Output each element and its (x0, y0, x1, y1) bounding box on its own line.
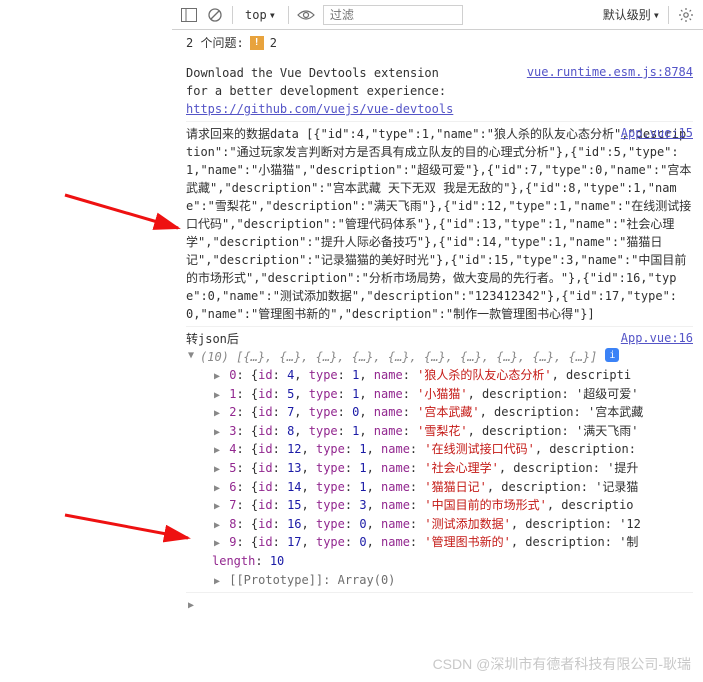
context-selector[interactable]: top ▾ (241, 6, 280, 24)
separator (232, 6, 233, 24)
expand-toggle-icon[interactable] (186, 348, 196, 363)
issues-label: 2 个问题: (186, 34, 244, 51)
array-item[interactable]: 3: {id: 8, type: 1, name: '雪梨花', descrip… (186, 422, 693, 441)
array-item[interactable]: 8: {id: 16, type: 0, name: '测试添加数据', des… (186, 515, 693, 534)
expand-toggle-icon[interactable] (212, 443, 222, 459)
live-expression-icon[interactable] (297, 6, 315, 24)
message-text: 请求回来的数据data [{"id":4,"type":1,"name":"狼人… (186, 125, 693, 323)
expand-toggle-icon[interactable] (212, 462, 222, 478)
array-length: length: 10 (186, 552, 693, 571)
separator (668, 6, 669, 24)
array-preview: (10) [{…}, {…}, {…}, {…}, {…}, {…}, {…},… (200, 348, 597, 366)
devtools-toolbar: top ▾ 默认级别 ▾ (172, 0, 703, 30)
array-item[interactable]: 5: {id: 13, type: 1, name: '社会心理学', desc… (186, 459, 693, 478)
array-item[interactable]: 9: {id: 17, type: 0, name: '管理图书新的', des… (186, 533, 693, 552)
chevron-down-icon: ▾ (269, 8, 276, 22)
console-output: vue.runtime.esm.js:8784 Download the Vue… (186, 55, 693, 593)
array-item[interactable]: 6: {id: 14, type: 1, name: '猫猫日记', descr… (186, 478, 693, 497)
expand-toggle-icon[interactable] (212, 499, 222, 515)
expand-toggle-icon[interactable] (212, 425, 222, 441)
array-item[interactable]: 4: {id: 12, type: 1, name: '在线测试接口代码', d… (186, 440, 693, 459)
issues-count: 2 (270, 36, 277, 50)
log-level-selector[interactable]: 默认级别 ▾ (603, 6, 660, 23)
prototype-row[interactable]: [[Prototype]]: Array(0) (186, 571, 693, 589)
array-header[interactable]: (10) [{…}, {…}, {…}, {…}, {…}, {…}, {…},… (186, 348, 693, 366)
expand-toggle-icon[interactable] (212, 574, 222, 589)
toggle-sidebar-icon[interactable] (180, 6, 198, 24)
issues-bar: 2 个问题: ! 2 (186, 30, 703, 55)
annotation-arrow-icon (60, 190, 190, 240)
devtools-link[interactable]: https://github.com/vuejs/vue-devtools (186, 102, 453, 116)
console-message: App.vue:15 请求回来的数据data [{"id":4,"type":1… (186, 122, 693, 327)
warning-badge-icon[interactable]: ! (250, 36, 264, 50)
info-badge-icon[interactable]: i (605, 348, 619, 362)
expand-toggle-icon[interactable] (212, 481, 222, 497)
expand-toggle-icon[interactable] (212, 388, 222, 404)
chevron-down-icon: ▾ (653, 8, 660, 22)
console-message: App.vue:16 转json后 (10) [{…}, {…}, {…}, {… (186, 327, 693, 593)
filter-input[interactable] (323, 5, 463, 25)
expand-toggle-icon[interactable] (212, 518, 222, 534)
clear-console-icon[interactable] (206, 6, 224, 24)
chevron-right-icon (186, 600, 196, 611)
message-label: 转json后 (186, 330, 693, 348)
source-link[interactable]: vue.runtime.esm.js:8784 (527, 63, 693, 81)
array-item[interactable]: 1: {id: 5, type: 1, name: '小猫猫', descrip… (186, 385, 693, 404)
expand-toggle-icon[interactable] (212, 406, 222, 422)
console-message: vue.runtime.esm.js:8784 Download the Vue… (186, 61, 693, 122)
array-items: 0: {id: 4, type: 1, name: '狼人杀的队友心态分析', … (186, 366, 693, 552)
settings-icon[interactable] (677, 6, 695, 24)
level-label: 默认级别 (603, 6, 651, 23)
array-item[interactable]: 2: {id: 7, type: 0, name: '宫本武藏', descri… (186, 403, 693, 422)
source-link[interactable]: App.vue:16 (621, 329, 693, 347)
expand-toggle-icon[interactable] (212, 536, 222, 552)
console-prompt[interactable] (186, 593, 703, 615)
array-item[interactable]: 0: {id: 4, type: 1, name: '狼人杀的队友心态分析', … (186, 366, 693, 385)
expand-toggle-icon[interactable] (212, 369, 222, 385)
annotation-arrow-icon (60, 510, 200, 550)
context-label: top (245, 8, 267, 22)
array-item[interactable]: 7: {id: 15, type: 3, name: '中国目前的市场形式', … (186, 496, 693, 515)
watermark: CSDN @深圳市有德者科技有限公司-耿瑞 (433, 654, 691, 674)
separator (288, 6, 289, 24)
source-link[interactable]: App.vue:15 (621, 124, 693, 142)
